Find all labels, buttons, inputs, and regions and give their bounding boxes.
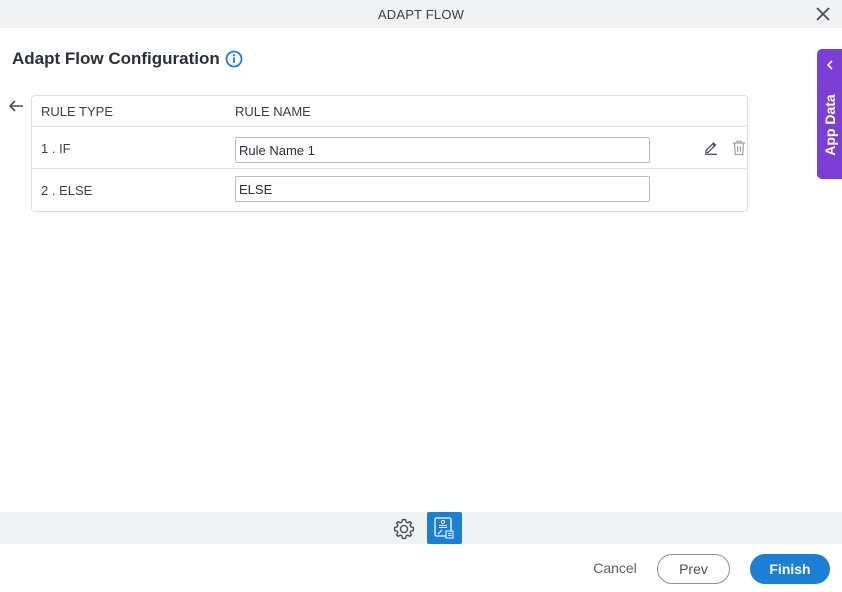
column-header-rule-type: RULE TYPE — [41, 104, 114, 119]
table-row: 2 . ELSE — [32, 169, 747, 211]
prev-button[interactable]: Prev — [657, 554, 730, 584]
trash-icon[interactable] — [731, 139, 747, 156]
adapt-flow-toolbar-button[interactable] — [427, 512, 462, 544]
rule-name-input[interactable] — [235, 176, 650, 202]
info-icon[interactable] — [225, 50, 243, 68]
rule-type-cell: 1 . IF — [41, 141, 71, 156]
grid-header: RULE TYPE RULE NAME — [32, 96, 747, 127]
page-title: Adapt Flow Configuration — [12, 49, 220, 68]
bottom-toolbar — [0, 512, 842, 544]
column-header-rule-name: RULE NAME — [235, 104, 311, 119]
adapt-flow-icon — [434, 517, 454, 539]
rule-name-input[interactable] — [235, 137, 650, 163]
edit-icon[interactable] — [703, 139, 719, 155]
gear-icon[interactable] — [392, 517, 416, 541]
rule-type-cell: 2 . ELSE — [41, 183, 93, 198]
chevron-left-icon — [826, 60, 833, 70]
title-bar: ADAPT FLOW — [0, 0, 842, 28]
back-arrow-icon[interactable] — [8, 99, 24, 113]
window-title: ADAPT FLOW — [377, 7, 465, 22]
rules-grid: RULE TYPE RULE NAME 1 . IF 2 . ELSE — [31, 95, 748, 212]
app-data-panel-tab[interactable]: App Data — [817, 49, 842, 179]
app-data-label: App Data — [821, 94, 838, 156]
close-icon[interactable] — [815, 6, 831, 22]
table-row: 1 . IF — [32, 127, 747, 169]
finish-button[interactable]: Finish — [750, 554, 830, 584]
cancel-button[interactable]: Cancel — [589, 560, 641, 580]
